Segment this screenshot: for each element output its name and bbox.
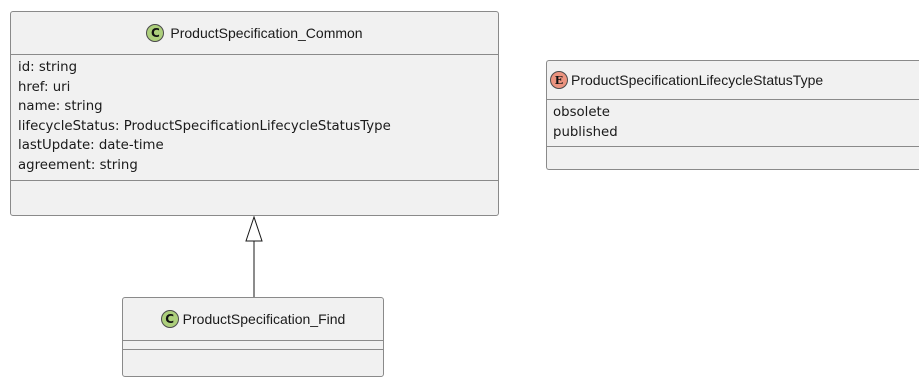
class-fields (123, 341, 383, 350)
field-href: href: uri (18, 79, 71, 95)
class-stereotype-icon: C (160, 310, 179, 328)
field-agreement: agreement: string (18, 157, 138, 173)
enum-header: E ProductSpecificationLifecycleStatusTyp… (547, 61, 919, 100)
class-stereotype-icon: C (146, 24, 165, 42)
class-header: C ProductSpecification_Common (11, 12, 498, 55)
enum-value-published: published (553, 124, 618, 140)
class-name: ProductSpecification_Common (170, 25, 363, 41)
class-productspecification-find[interactable]: C ProductSpecification_Find (122, 297, 384, 377)
class-productspecification-common[interactable]: C ProductSpecification_Common id: string… (10, 11, 499, 216)
field-id: id: string (18, 60, 78, 75)
class-name: ProductSpecification_Find (182, 311, 346, 327)
enum-value-obsolete: obsolete (553, 105, 610, 120)
class-fields: id: string href: uri name: string lifecy… (11, 55, 498, 181)
field-lastupdate: lastUpdate: date-time (18, 138, 164, 154)
class-header: C ProductSpecification_Find (123, 298, 383, 341)
inheritance-arrowhead (245, 215, 263, 242)
enum-values: obsolete published (547, 100, 919, 148)
enum-name: ProductSpecificationLifecycleStatusType (571, 72, 824, 88)
enum-stereotype-icon: E (550, 71, 568, 89)
field-name: name: string (18, 99, 103, 115)
field-lifecyclestatus: lifecycleStatus: ProductSpecificationLif… (18, 118, 391, 134)
enum-productspecificationlifecyclestatustype[interactable]: E ProductSpecificationLifecycleStatusTyp… (546, 60, 919, 170)
